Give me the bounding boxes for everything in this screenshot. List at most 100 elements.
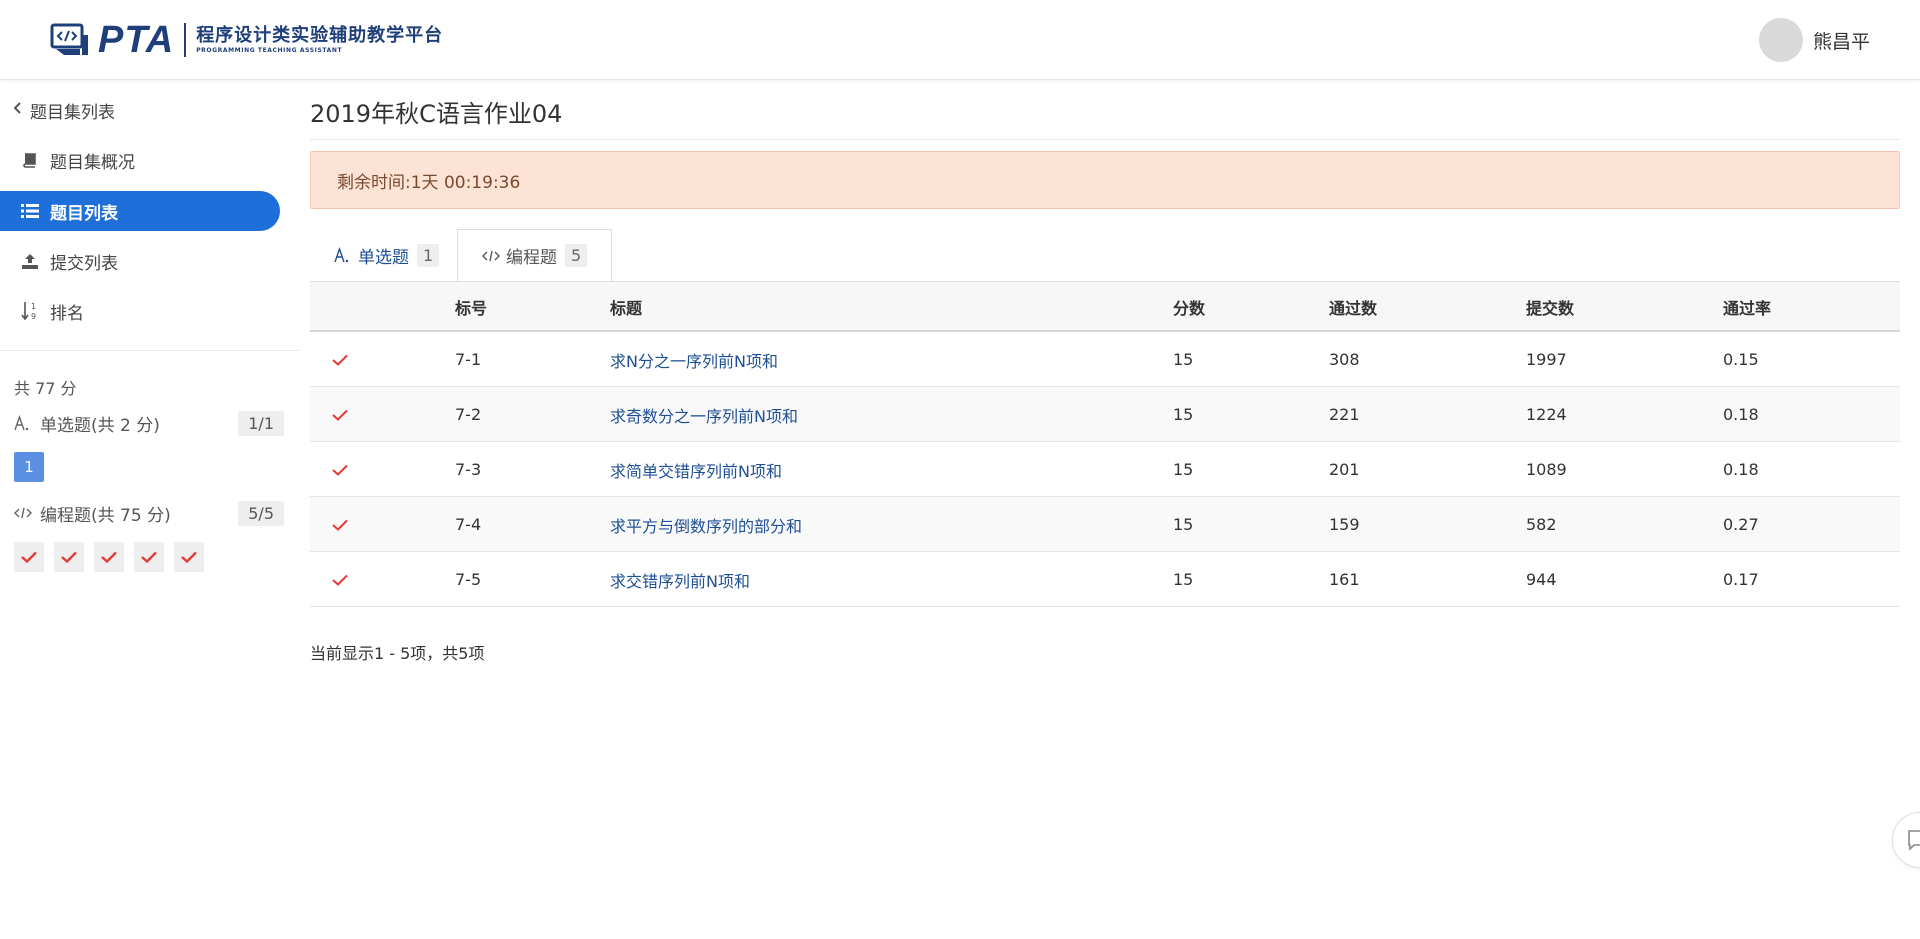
question-box-solved[interactable] <box>54 542 84 572</box>
problem-score: 15 <box>1173 405 1194 424</box>
sidebar-item-overview[interactable]: 题目集概况 <box>0 140 280 180</box>
problem-pass-rate: 0.27 <box>1723 515 1759 534</box>
check-icon <box>332 387 348 442</box>
problem-title-link[interactable]: 求平方与倒数序列的部分和 <box>610 497 802 552</box>
book-icon <box>20 150 40 170</box>
table-row[interactable]: 7-3 求简单交错序列前N项和 15 201 1089 0.18 <box>310 442 1900 497</box>
column-header-submitted[interactable]: 提交数 <box>1526 282 1574 332</box>
check-icon <box>332 497 348 552</box>
upload-icon <box>20 251 40 271</box>
check-icon <box>332 552 348 607</box>
logo-subtitle-en: PROGRAMMING TEACHING ASSISTANT <box>196 47 343 54</box>
tab-programming[interactable]: 编程题 5 <box>457 229 613 282</box>
tab-single-choice[interactable]: 单选题 1 <box>310 229 463 281</box>
tab-label: 单选题 <box>358 247 409 268</box>
question-box-solved[interactable] <box>94 542 124 572</box>
column-header-score[interactable]: 分数 <box>1173 282 1205 332</box>
problem-passed: 221 <box>1329 405 1360 424</box>
problem-score: 15 <box>1173 460 1194 479</box>
chevron-left-icon <box>13 102 22 118</box>
question-box-solved[interactable] <box>174 542 204 572</box>
table-header: 标号 标题 分数 通过数 提交数 通过率 <box>310 282 1900 332</box>
column-header-id[interactable]: 标号 <box>455 282 487 332</box>
list-icon <box>20 201 40 221</box>
sidebar-item-label: 提交列表 <box>50 253 118 274</box>
back-label: 题目集列表 <box>30 102 115 123</box>
problem-id: 7-4 <box>455 515 482 534</box>
problem-title-link[interactable]: 求简单交错序列前N项和 <box>610 442 782 497</box>
sort-numeric-icon: 1 9 <box>20 301 40 321</box>
sidebar-item-problem-list[interactable]: 题目列表 <box>0 191 280 231</box>
sidebar-item-label: 题目集概况 <box>50 152 135 173</box>
remaining-time-text: 剩余时间:1天 00:19:36 <box>337 172 521 193</box>
sidebar-divider <box>0 350 300 351</box>
problem-id: 7-5 <box>455 570 482 589</box>
choice-icon <box>334 247 352 263</box>
problem-id: 7-1 <box>455 350 482 369</box>
logo-separator <box>184 23 187 57</box>
tab-count-badge: 1 <box>417 243 440 267</box>
problem-title-link[interactable]: 求奇数分之一序列前N项和 <box>610 387 798 442</box>
code-icon <box>482 249 500 263</box>
table-row[interactable]: 7-2 求奇数分之一序列前N项和 15 221 1224 0.18 <box>310 387 1900 442</box>
svg-text:9: 9 <box>31 312 36 321</box>
code-icon <box>14 506 32 520</box>
sidebar-item-label: 题目列表 <box>50 203 118 224</box>
problem-table: 标号 标题 分数 通过数 提交数 通过率 7-1 求N分之一序列前N项和 15 … <box>310 281 1900 607</box>
problem-submitted: 1224 <box>1526 405 1567 424</box>
sidebar-item-submissions[interactable]: 提交列表 <box>0 241 280 281</box>
pta-logo[interactable]: PTA 程序设计类实验辅助教学平台 PROGRAMMING TEACHING A… <box>50 20 443 60</box>
problem-id: 7-2 <box>455 405 482 424</box>
pagination-info: 当前显示1 - 5项，共5项 <box>310 644 485 663</box>
column-header-title[interactable]: 标题 <box>610 282 642 332</box>
problem-pass-rate: 0.18 <box>1723 460 1759 479</box>
remaining-time-alert: 剩余时间:1天 00:19:36 <box>310 151 1900 209</box>
problem-passed: 159 <box>1329 515 1360 534</box>
problem-pass-rate: 0.15 <box>1723 350 1759 369</box>
check-icon <box>101 551 117 563</box>
table-row[interactable]: 7-5 求交错序列前N项和 15 161 944 0.17 <box>310 552 1900 607</box>
problem-title-link[interactable]: 求交错序列前N项和 <box>610 552 750 607</box>
section-title: 单选题(共 2 分) <box>40 415 160 436</box>
check-icon <box>332 332 348 387</box>
check-icon <box>61 551 77 563</box>
problem-pass-rate: 0.18 <box>1723 405 1759 424</box>
sidebar-item-label: 排名 <box>50 303 84 324</box>
problem-submitted: 1997 <box>1526 350 1567 369</box>
user-menu[interactable]: 熊昌平 <box>1758 18 1870 62</box>
back-to-problem-sets-link[interactable]: 题目集列表 <box>13 98 115 123</box>
problem-passed: 201 <box>1329 460 1360 479</box>
problem-submitted: 1089 <box>1526 460 1567 479</box>
logo-subtitle-cn: 程序设计类实验辅助教学平台 <box>196 25 444 46</box>
total-score: 共 77 分 <box>14 379 77 398</box>
header: PTA 程序设计类实验辅助教学平台 PROGRAMMING TEACHING A… <box>0 0 1920 80</box>
sidebar: 题目集列表 题目集概况 题目列表 提交列表 1 9 排名 共 77 分 单选题(… <box>0 80 300 939</box>
section-programming: 编程题(共 75 分) 5/5 <box>14 498 284 528</box>
title-divider <box>310 139 1900 140</box>
problem-score: 15 <box>1173 515 1194 534</box>
table-row[interactable]: 7-1 求N分之一序列前N项和 15 308 1997 0.15 <box>310 332 1900 387</box>
tab-label: 编程题 <box>506 248 557 268</box>
problem-id: 7-3 <box>455 460 482 479</box>
check-icon <box>141 551 157 563</box>
section-single-choice: 单选题(共 2 分) 1/1 <box>14 408 284 438</box>
question-box-solved[interactable] <box>14 542 44 572</box>
feedback-button[interactable] <box>1892 812 1920 868</box>
table-row[interactable]: 7-4 求平方与倒数序列的部分和 15 159 582 0.27 <box>310 497 1900 552</box>
problem-passed: 308 <box>1329 350 1360 369</box>
column-header-pass-rate[interactable]: 通过率 <box>1723 282 1771 332</box>
logo-text: PTA <box>98 19 175 61</box>
problem-title-link[interactable]: 求N分之一序列前N项和 <box>610 332 778 387</box>
sidebar-item-ranking[interactable]: 1 9 排名 <box>0 291 280 331</box>
section-progress: 5/5 <box>238 500 284 526</box>
check-icon <box>21 551 37 563</box>
user-name[interactable]: 熊昌平 <box>1813 27 1870 54</box>
question-box-1[interactable]: 1 <box>14 452 44 482</box>
avatar[interactable] <box>1758 18 1803 62</box>
problem-submitted: 944 <box>1526 570 1557 589</box>
problem-score: 15 <box>1173 570 1194 589</box>
column-header-passed[interactable]: 通过数 <box>1329 282 1377 332</box>
problem-pass-rate: 0.17 <box>1723 570 1759 589</box>
question-box-solved[interactable] <box>134 542 164 572</box>
svg-text:1: 1 <box>31 302 36 311</box>
